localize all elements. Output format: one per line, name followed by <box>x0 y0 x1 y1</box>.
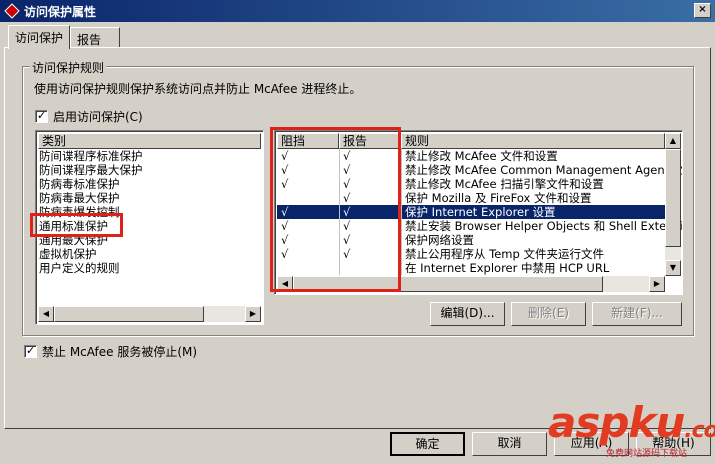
category-hscrollbar[interactable]: ◀ ▶ <box>38 306 261 322</box>
watermark-subtitle: 免费网站源码下载站 <box>606 449 688 459</box>
check-mark-icon: ✓ <box>26 344 36 357</box>
rule-name: 保护 Internet Explorer 设置 <box>405 205 556 219</box>
prevent-stop-label: 禁止 McAfee 服务被停止(M) <box>42 345 198 359</box>
rule-name: 在 Internet Explorer 中禁用 HCP URL <box>405 261 610 275</box>
column-divider <box>401 233 402 247</box>
highlight-box-category <box>30 213 123 237</box>
highlight-box-columns <box>270 127 401 292</box>
category-header[interactable]: 类别 <box>38 133 261 149</box>
check-mark-icon: ✓ <box>37 109 47 122</box>
edit-button[interactable]: 编辑(D)... <box>430 302 505 326</box>
prevent-stop-checkbox[interactable]: ✓ <box>24 344 37 358</box>
close-button[interactable]: × <box>694 3 711 18</box>
app-icon <box>4 3 20 19</box>
scroll-thumb[interactable] <box>54 306 204 322</box>
column-divider <box>401 177 402 191</box>
new-button[interactable]: 新建(F)... <box>592 302 682 326</box>
column-divider <box>401 191 402 205</box>
column-divider <box>401 261 402 275</box>
enable-access-protection-label: 启用访问保护(C) <box>53 110 143 124</box>
scroll-left-icon[interactable]: ◀ <box>38 306 54 322</box>
enable-access-protection-checkbox[interactable]: ✓ <box>35 109 48 123</box>
rule-name: 保护 Mozilla 及 FireFox 文件和设置 <box>405 191 592 205</box>
list-item[interactable]: 用户定义的规则 <box>39 261 120 275</box>
list-item[interactable]: 防病毒最大保护 <box>39 191 120 205</box>
rule-name: 禁止修改 McAfee 文件和设置 <box>405 149 558 163</box>
scroll-down-icon[interactable]: ▼ <box>665 260 681 276</box>
rule-name: 禁止公用程序从 Temp 文件夹运行文件 <box>405 247 604 261</box>
group-description: 使用访问保护规则保护系统访问点并防止 McAfee 进程终止。 <box>34 82 362 96</box>
watermark-logo: aspku.com <box>548 398 715 447</box>
rule-column-header[interactable]: 规则 <box>401 133 665 149</box>
list-item[interactable]: 防病毒标准保护 <box>39 177 120 191</box>
list-item[interactable]: 防间谍程序标准保护 <box>39 149 143 163</box>
groupbox-legend: 访问保护规则 <box>30 59 107 76</box>
column-divider <box>401 163 402 177</box>
ok-button[interactable]: 确定 <box>390 432 465 456</box>
scroll-up-icon[interactable]: ▲ <box>665 133 681 149</box>
scroll-right-icon[interactable]: ▶ <box>649 276 665 292</box>
title-bar: 访问保护属性 × <box>0 0 715 22</box>
column-divider <box>401 205 402 219</box>
window-title: 访问保护属性 <box>24 5 97 19</box>
scroll-right-icon[interactable]: ▶ <box>245 306 261 322</box>
close-icon: × <box>698 4 707 15</box>
column-divider <box>401 149 402 163</box>
rule-name: 保护网络设置 <box>405 233 474 247</box>
rule-name: 禁止安装 Browser Helper Objects 和 Shell Exte… <box>405 219 683 233</box>
list-item[interactable]: 虚拟机保护 <box>39 247 97 261</box>
tab-access-protection[interactable]: 访问保护 <box>8 25 70 49</box>
cancel-button[interactable]: 取消 <box>472 432 547 456</box>
column-divider <box>401 247 402 261</box>
column-divider <box>401 219 402 233</box>
scroll-thumb[interactable] <box>665 149 681 247</box>
delete-button[interactable]: 删除(E) <box>511 302 586 326</box>
rules-vscrollbar[interactable]: ▲ ▼ <box>665 133 681 276</box>
tab-label: 报告 <box>77 33 102 47</box>
tab-report[interactable]: 报告 <box>70 27 120 48</box>
rule-name: 禁止修改 McAfee Common Management Agent 文件和 <box>405 163 683 177</box>
tab-label: 访问保护 <box>15 31 64 45</box>
rule-name: 禁止修改 McAfee 扫描引擎文件和设置 <box>405 177 604 191</box>
list-item[interactable]: 防间谍程序最大保护 <box>39 163 143 177</box>
